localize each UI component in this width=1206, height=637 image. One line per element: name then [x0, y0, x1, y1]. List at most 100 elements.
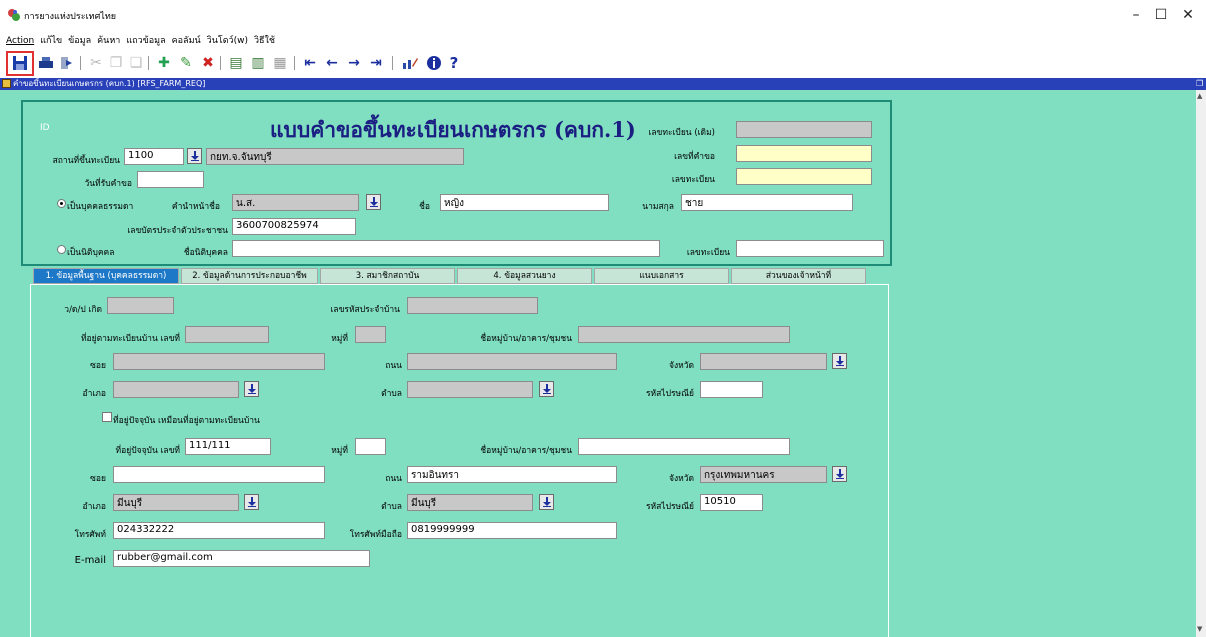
menu-columns[interactable]: คอลัมน์ [172, 36, 201, 46]
juristic-radio[interactable] [57, 245, 66, 254]
email-field[interactable]: rubber@gmail.com [113, 550, 370, 567]
menu-help[interactable]: วิธีใช้ [254, 36, 275, 46]
cur-postcode-field[interactable]: 10510 [700, 494, 763, 511]
request-no-field[interactable] [736, 145, 872, 162]
same-address-label: ที่อยู่ปัจจุบัน เหมือนที่อยู่ตามทะเบียนบ… [113, 416, 260, 426]
reg-village-label: ชื่อหมู่บ้าน/อาคาร/ชุมชน [480, 334, 572, 344]
tab-officer[interactable]: ส่วนของเจ้าหน้าที่ [731, 268, 866, 284]
mobile-label: โทรศัพท์มือถือ [349, 530, 402, 540]
first-record-icon[interactable]: ⇤ [300, 53, 320, 73]
cur-addr-field[interactable]: 111/111 [185, 438, 271, 455]
reg-soi-field [113, 353, 325, 370]
tab-membership[interactable]: 3. สมาชิกสถาบัน [320, 268, 455, 284]
tab-basic-info[interactable]: 1. ข้อมูลพื้นฐาน (บุคคลธรรมดา) [33, 268, 179, 284]
previous-record-icon[interactable]: ← [322, 53, 342, 73]
execute-query-icon[interactable]: ▥ [248, 53, 268, 73]
house-code-field [407, 297, 538, 314]
juristic-name-label: ชื่อนิติบุคคล [183, 248, 228, 258]
cur-soi-field[interactable] [113, 466, 325, 483]
menu-rows[interactable]: แถวข้อมูล [126, 36, 165, 46]
firstname-field[interactable]: หญิง [440, 194, 609, 211]
place-lov-button[interactable] [187, 148, 202, 164]
form-restore-icon[interactable]: ❐ [1196, 78, 1206, 90]
scroll-down-icon[interactable]: ▼ [1197, 625, 1202, 633]
tab-attachments[interactable]: แนบเอกสาร [594, 268, 729, 284]
menu-search[interactable]: ค้นหา [97, 36, 120, 46]
print-icon[interactable] [36, 53, 56, 73]
enter-query-icon[interactable]: ▤ [226, 53, 246, 73]
juristic-name-field[interactable] [232, 240, 660, 257]
reg-province-lov-button[interactable] [832, 353, 847, 369]
cur-village-field[interactable] [578, 438, 790, 455]
help-icon[interactable]: ? [444, 53, 464, 73]
cur-moo-label: หมู่ที่ [331, 446, 348, 456]
prefix-lov-button[interactable] [366, 194, 381, 210]
insert-record-icon[interactable]: ✚ [154, 53, 174, 73]
paste-icon[interactable]: ❏ [126, 53, 146, 73]
cancel-query-icon[interactable]: ▦ [270, 53, 290, 73]
lastname-field[interactable]: ชาย [681, 194, 853, 211]
cut-icon[interactable]: ✂ [86, 53, 106, 73]
phone-field[interactable]: 024332222 [113, 522, 325, 539]
same-address-checkbox[interactable] [102, 412, 112, 422]
reg-moo-label: หมู่ที่ [331, 334, 348, 344]
reg-amphoe-lov-button[interactable] [244, 381, 259, 397]
reg-amphoe-field [113, 381, 239, 398]
edit-record-icon[interactable]: ✎ [176, 53, 196, 73]
cur-moo-field[interactable] [355, 438, 386, 455]
menu-edit[interactable]: แก้ไข [40, 36, 62, 46]
tab-occupation[interactable]: 2. ข้อมูลด้านการประกอบอาชีพ [181, 268, 318, 284]
cur-road-label: ถนน [385, 474, 402, 484]
juristic-reg-label: เลขทะเบียน [686, 248, 730, 258]
exit-icon[interactable] [56, 53, 76, 73]
delete-record-icon[interactable]: ✖ [198, 53, 218, 73]
vertical-scrollbar[interactable]: ▲ ▼ [1196, 90, 1206, 637]
reg-postcode-field[interactable] [700, 381, 763, 398]
next-record-icon[interactable]: → [344, 53, 364, 73]
cur-road-field[interactable]: รามอินทรา [407, 466, 617, 483]
reg-tambon-lov-button[interactable] [539, 381, 554, 397]
prefix-field: น.ส. [232, 194, 359, 211]
info-icon[interactable] [424, 53, 444, 73]
reg-road-field [407, 353, 617, 370]
cur-province-field: กรุงเทพมหานคร [700, 466, 827, 483]
menu-window[interactable]: วินโดว์(w) [207, 36, 248, 46]
close-button[interactable]: ✕ [1178, 6, 1198, 24]
cur-tambon-lov-button[interactable] [539, 494, 554, 510]
reg-no-field[interactable] [736, 168, 872, 185]
menu-data[interactable]: ข้อมูล [68, 36, 91, 46]
email-label: E-mail [74, 555, 106, 566]
reg-old-label: เลขทะเบียน (เดิม) [648, 128, 715, 138]
cur-amphoe-lov-button[interactable] [244, 494, 259, 510]
person-radio[interactable] [57, 199, 66, 208]
cur-tambon-label: ตำบล [381, 502, 402, 512]
place-name-field: กยท.จ.จันทบุรี [206, 148, 464, 165]
idcard-field[interactable]: 3600700825974 [232, 218, 356, 235]
place-code-field[interactable]: 1100 [124, 148, 184, 165]
scroll-up-icon[interactable]: ▲ [1197, 92, 1202, 100]
report-icon[interactable] [400, 53, 420, 73]
firstname-label: ชื่อ [419, 202, 430, 212]
cur-province-lov-button[interactable] [832, 466, 847, 482]
copy-icon[interactable]: ❐ [106, 53, 126, 73]
juristic-reg-field[interactable] [736, 240, 884, 257]
last-record-icon[interactable]: ⇥ [366, 53, 386, 73]
receive-date-field[interactable] [137, 171, 204, 188]
phone-label: โทรศัพท์ [74, 530, 106, 540]
cur-province-label: จังหวัด [668, 474, 694, 484]
menu-action[interactable]: Action [6, 36, 34, 46]
lastname-label: นามสกุล [642, 202, 674, 212]
prefix-label: คำนำหน้าชื่อ [171, 202, 220, 212]
house-code-label: เลขรหัสประจำบ้าน [330, 305, 400, 315]
reg-road-label: ถนน [385, 361, 402, 371]
minimize-button[interactable]: – [1126, 6, 1146, 24]
tab-rubber-plantation[interactable]: 4. ข้อมูลสวนยาง [457, 268, 592, 284]
reg-village-field [578, 326, 790, 343]
reg-addr-field [185, 326, 269, 343]
dob-label: ว/ด/ป เกิด [64, 305, 102, 315]
juristic-radio-label: เป็นนิติบุคคล [67, 248, 115, 258]
maximize-button[interactable]: ☐ [1151, 6, 1171, 24]
app-logo-icon [8, 9, 20, 21]
reg-amphoe-label: อำเภอ [82, 389, 107, 399]
mobile-field[interactable]: 0819999999 [407, 522, 617, 539]
